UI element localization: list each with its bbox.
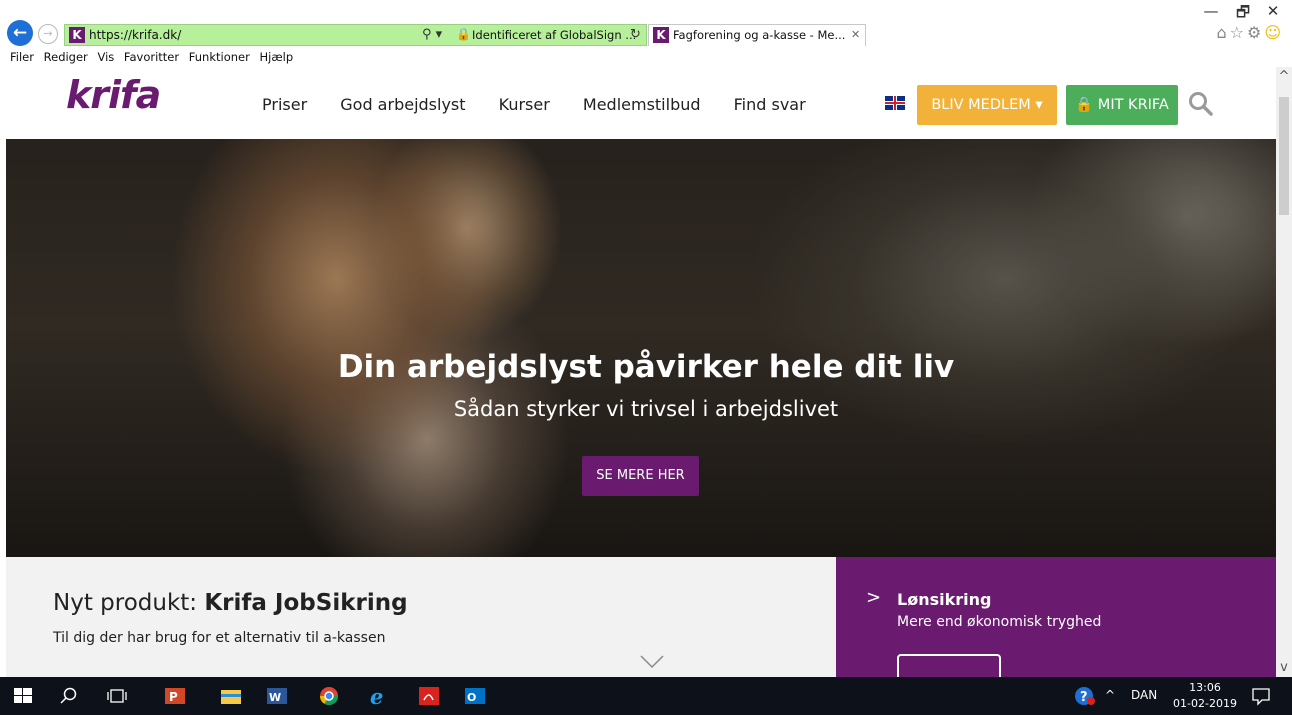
bliv-medlem-button[interactable]: BLIV MEDLEM ▾ <box>917 85 1057 125</box>
back-button[interactable]: ← <box>7 20 33 46</box>
gear-icon[interactable]: ⚙ <box>1247 23 1264 42</box>
address-bar[interactable]: K https://krifa.dk/ ⚲ ▾ 🔒 Identificeret … <box>64 24 647 46</box>
svg-text:?: ? <box>1080 690 1088 705</box>
windows-start-icon[interactable] <box>12 686 34 706</box>
scrollbar-thumb[interactable] <box>1279 97 1289 215</box>
promo-title-prefix: Nyt produkt: <box>53 590 205 616</box>
acrobat-icon[interactable] <box>418 686 440 706</box>
side-panel-text: Mere end økonomisk tryghed <box>897 614 1102 630</box>
tab-close-icon[interactable]: ✕ <box>851 28 860 41</box>
refresh-icon[interactable]: ↻ <box>630 27 641 42</box>
lock-icon: 🔒 <box>456 27 471 41</box>
system-clock[interactable]: 13:06 01-02-2019 <box>1165 680 1245 712</box>
browser-toolbar-icons: ⌂☆⚙☺ <box>1216 23 1284 42</box>
smiley-icon[interactable]: ☺ <box>1264 23 1284 42</box>
task-view-icon[interactable] <box>106 686 128 706</box>
promo-title-product: Krifa JobSikring <box>204 590 408 616</box>
scroll-down-icon[interactable]: v <box>1276 660 1292 675</box>
chrome-icon[interactable] <box>318 686 340 706</box>
tab-title: Fagforening og a-kasse - Me... <box>673 28 846 42</box>
notification-icon[interactable] <box>1250 686 1272 706</box>
uk-flag-icon[interactable] <box>885 96 905 110</box>
promo-text: Til dig der har brug for et alternativ t… <box>53 630 386 646</box>
file-explorer-icon[interactable] <box>220 686 242 706</box>
search-icon[interactable] <box>58 686 80 706</box>
hero-banner: Din arbejdslyst påvirker hele dit liv Så… <box>6 139 1276 557</box>
nav-item-god-arbejdslyst[interactable]: God arbejdslyst <box>340 95 465 114</box>
browser-chrome: — 🗗 ✕ ← → K https://krifa.dk/ ⚲ ▾ 🔒 Iden… <box>0 0 1292 50</box>
krifa-favicon-icon: K <box>653 27 669 43</box>
menu-item-rediger[interactable]: Rediger <box>44 50 88 64</box>
menu-item-funktioner[interactable]: Funktioner <box>189 50 250 64</box>
chevron-right-icon: > <box>866 587 882 608</box>
svg-text:O: O <box>467 691 476 704</box>
hero-subtitle: Sådan styrker vi trivsel i arbejdslivet <box>453 397 839 421</box>
menu-item-filer[interactable]: Filer <box>10 50 34 64</box>
mit-krifa-button[interactable]: 🔒 MIT KRIFA <box>1066 85 1178 125</box>
nav-item-find-svar[interactable]: Find svar <box>734 95 806 114</box>
menu-item-favoritter[interactable]: Favoritter <box>124 50 179 64</box>
chevron-down-icon[interactable] <box>640 654 664 670</box>
browser-tab[interactable]: K Fagforening og a-kasse - Me... ✕ <box>648 24 866 46</box>
help-icon[interactable]: ? <box>1074 686 1096 706</box>
side-panel-title[interactable]: Lønsikring <box>897 590 991 609</box>
menu-bar: Filer Rediger Vis Favoritter Funktioner … <box>0 50 1292 67</box>
windows-taskbar: P W e O ? ^ DAN 13:06 01-02-2019 <box>0 677 1292 715</box>
close-window-button[interactable]: ✕ <box>1258 2 1288 20</box>
site-search-icon[interactable] <box>1188 91 1214 117</box>
nav-item-medlemstilbud[interactable]: Medlemstilbud <box>583 95 701 114</box>
powerpoint-icon[interactable]: P <box>164 686 186 706</box>
jobsikring-promo[interactable]: Nyt produkt: Krifa JobSikring Til dig de… <box>6 557 836 677</box>
nav-item-kurser[interactable]: Kurser <box>499 95 550 114</box>
internet-explorer-icon[interactable]: e <box>368 686 390 706</box>
language-indicator[interactable]: DAN <box>1131 688 1157 702</box>
nav-item-priser[interactable]: Priser <box>262 95 307 114</box>
scroll-up-icon[interactable]: ^ <box>1276 69 1292 84</box>
se-mere-her-button[interactable]: SE MERE HER <box>582 456 699 496</box>
promo-title: Nyt produkt: Krifa JobSikring <box>53 590 408 616</box>
side-panel-button[interactable] <box>897 654 1001 677</box>
svg-text:W: W <box>269 691 281 704</box>
lonsikring-panel[interactable]: > Lønsikring Mere end økonomisk tryghed <box>836 557 1276 677</box>
star-icon[interactable]: ☆ <box>1230 23 1247 42</box>
site-header: krifa Priser God arbejdslyst Kurser Medl… <box>0 67 1276 139</box>
main-navigation: Priser God arbejdslyst Kurser Medlemstil… <box>262 95 834 114</box>
address-url[interactable]: https://krifa.dk/ <box>89 28 181 42</box>
certificate-label[interactable]: Identificeret af GlobalSign ... <box>472 28 636 42</box>
menu-item-vis[interactable]: Vis <box>97 50 114 64</box>
forward-button[interactable]: → <box>38 24 58 44</box>
search-icon[interactable]: ⚲ ▾ <box>422 27 442 42</box>
page-scrollbar[interactable]: ^ v <box>1276 67 1292 677</box>
home-icon[interactable]: ⌂ <box>1216 23 1229 42</box>
minimize-button[interactable]: — <box>1196 2 1226 20</box>
chevron-up-icon[interactable]: ^ <box>1105 688 1115 702</box>
svg-text:e: e <box>370 686 383 706</box>
svg-text:P: P <box>169 690 178 704</box>
clock-date: 01-02-2019 <box>1173 697 1237 710</box>
word-icon[interactable]: W <box>266 686 288 706</box>
outlook-icon[interactable]: O <box>464 686 486 706</box>
hero-title: Din arbejdslyst påvirker hele dit liv <box>337 349 955 385</box>
clock-time: 13:06 <box>1189 681 1221 694</box>
web-page: krifa Priser God arbejdslyst Kurser Medl… <box>0 67 1276 677</box>
krifa-favicon-icon: K <box>69 27 85 43</box>
menu-item-hjaelp[interactable]: Hjælp <box>260 50 294 64</box>
krifa-logo[interactable]: krifa <box>66 73 161 117</box>
